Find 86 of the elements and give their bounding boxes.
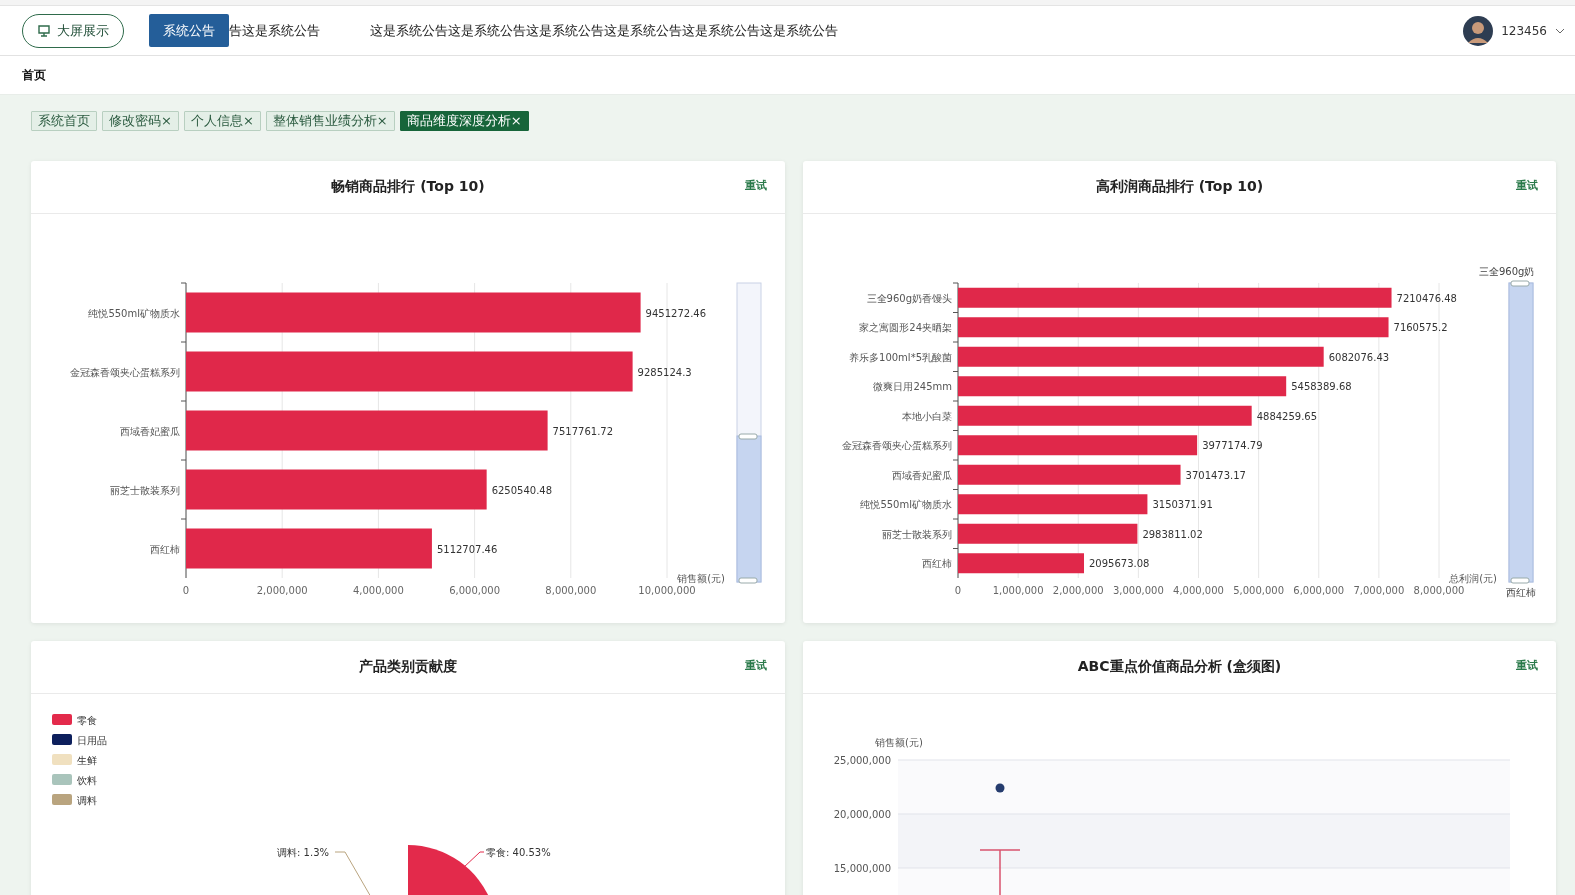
slice-label: 调料: 1.3%: [277, 847, 329, 858]
user-name[interactable]: 123456: [1501, 23, 1547, 38]
legend-label: 饮料: [77, 775, 97, 786]
category-label: 西域香妃蜜瓜: [120, 425, 180, 437]
value-label: 9451272.46: [645, 307, 707, 319]
value-label: 6250540.48: [491, 484, 553, 496]
retry-link[interactable]: 重试: [1516, 178, 1538, 193]
tick-label: 8,000,000: [1413, 585, 1465, 596]
category-label: 纯悦550ml矿物质水: [88, 307, 180, 319]
category-label: 丽芝士散装系列: [110, 484, 180, 496]
tick-label: 5,000,000: [1233, 585, 1285, 596]
slice-label: 零食: 40.53%: [486, 847, 551, 858]
outlier-dot: [995, 783, 1005, 793]
value-label: 2983811.02: [1142, 528, 1203, 540]
value-label: 3150371.91: [1152, 499, 1213, 511]
tick-label: 15,000,000: [833, 863, 891, 874]
legend-label: 生鲜: [77, 755, 97, 766]
tick-label: 25,000,000: [833, 755, 891, 766]
tick-label: 1,000,000: [992, 585, 1044, 596]
zoom-slider[interactable]: [1508, 280, 1534, 584]
card-title: 产品类别贡献度: [359, 658, 457, 676]
tick-label: 6,000,000: [449, 585, 501, 596]
tick-label: 0: [954, 585, 962, 596]
breadcrumb[interactable]: 首页: [22, 66, 46, 84]
category-label: 纯悦550ml矿物质水: [860, 499, 952, 511]
axis-name: 销售额(元): [875, 737, 923, 748]
value-label: 7160575.2: [1393, 322, 1448, 334]
card-title: ABC重点价值商品分析 (盒须图): [1077, 658, 1282, 676]
page-tab[interactable]: 系统首页: [31, 111, 97, 131]
value-label: 3977174.79: [1202, 440, 1263, 452]
value-label: 7210476.48: [1396, 292, 1457, 304]
tick-label: 6,000,000: [1293, 585, 1345, 596]
value-label: 4884259.65: [1256, 410, 1318, 422]
tick-label: 7,000,000: [1353, 585, 1405, 596]
value-label: 7517761.72: [552, 425, 614, 437]
tick-label: 2,000,000: [1052, 585, 1104, 596]
axis-name: 总利润(元): [1449, 573, 1497, 584]
slider-label: 三全960g奶: [1479, 266, 1535, 277]
value-label: 5112707.46: [436, 543, 498, 555]
legend-label: 调料: [77, 795, 97, 806]
category-label: 西域香妃蜜瓜: [892, 469, 952, 481]
value-label: 6082076.43: [1328, 351, 1390, 363]
tick-label: 20,000,000: [833, 809, 891, 820]
value-label: 5458389.68: [1291, 381, 1352, 393]
screen-button[interactable]: 大屏展示: [22, 13, 124, 48]
leader-line: [462, 851, 485, 869]
category-label: 金冠森香颂夹心蛋糕系列: [842, 440, 952, 452]
category-label: 养乐多100ml*5乳酸菌: [849, 351, 952, 363]
tick-label: 10,000,000: [638, 585, 696, 596]
notice-button[interactable]: 系统公告: [149, 14, 229, 47]
tick-label: 0: [182, 585, 190, 596]
category-label: 微爽日用245mm: [873, 381, 952, 393]
value-label: 9285124.3: [637, 366, 692, 378]
page-tab[interactable]: 个人信息×: [183, 111, 261, 131]
avatar-icon[interactable]: [1463, 15, 1494, 46]
category-label: 西红柿: [922, 558, 952, 570]
tick-label: 4,000,000: [1173, 585, 1224, 596]
page-tab[interactable]: 修改密码×: [102, 111, 179, 131]
retry-link[interactable]: 重试: [745, 658, 767, 673]
whisker: [979, 849, 1021, 895]
category-label: 本地小白菜: [902, 410, 952, 422]
category-label: 三全960g奶香馒头: [866, 292, 952, 304]
category-label: 家之寓圆形24夹晒架: [859, 322, 952, 334]
monitor-icon: [37, 23, 51, 38]
legend-label: 零食: [77, 715, 97, 726]
value-label: 3701473.17: [1185, 469, 1246, 481]
card-title: 高利润商品排行 (Top 10): [1095, 178, 1264, 196]
card-title: 畅销商品排行 (Top 10): [331, 178, 485, 196]
value-label: 2095673.08: [1089, 558, 1150, 570]
tick-label: 3,000,000: [1112, 585, 1164, 596]
category-label: 丽芝士散装系列: [882, 528, 952, 540]
retry-link[interactable]: 重试: [1516, 658, 1538, 673]
notice-text: 告这是系统公告: [229, 21, 320, 40]
notice-text: 这是系统公告这是系统公告这是系统公告这是系统公告这是系统公告这是系统公告: [370, 21, 838, 40]
category-label: 西红柿: [150, 543, 180, 555]
retry-link[interactable]: 重试: [745, 178, 767, 193]
slider-label: 西红柿: [1506, 587, 1536, 598]
zoom-slider[interactable]: [736, 282, 762, 584]
tick-label: 2,000,000: [256, 585, 308, 596]
axis-name: 销售额(元): [677, 573, 725, 584]
tick-label: 4,000,000: [352, 585, 404, 596]
page-tab[interactable]: 整体销售业绩分析×: [265, 111, 395, 131]
page-tab[interactable]: 商品维度深度分析×: [399, 111, 529, 131]
tick-label: 8,000,000: [545, 585, 597, 596]
category-label: 金冠森香颂夹心蛋糕系列: [70, 366, 180, 378]
legend-label: 日用品: [77, 735, 107, 746]
